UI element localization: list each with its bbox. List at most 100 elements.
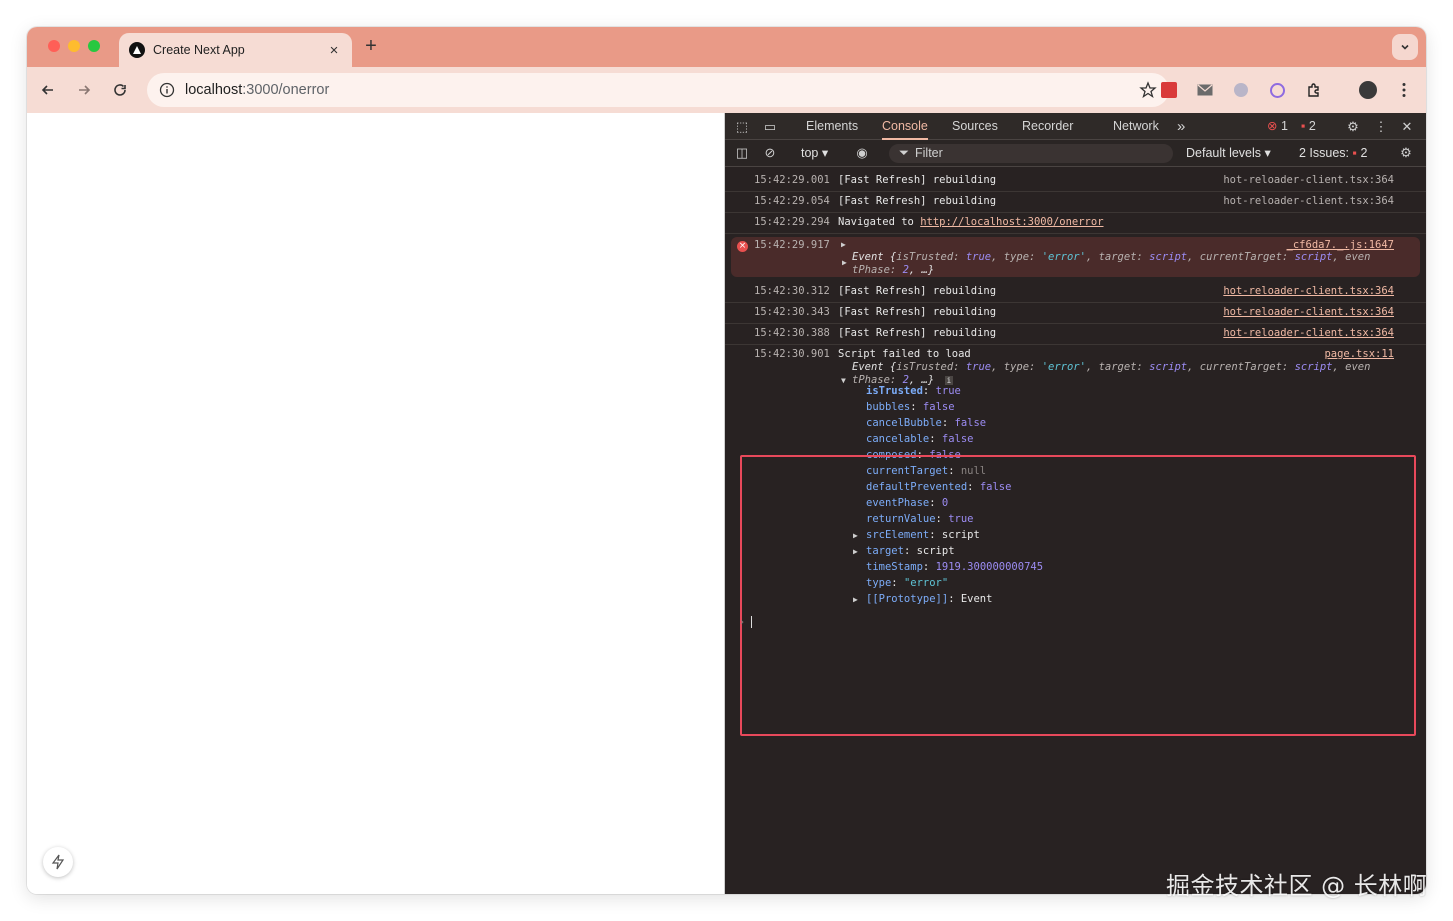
more-tabs-icon[interactable]: » [1177, 113, 1185, 140]
reload-button[interactable] [109, 79, 131, 101]
issue-counter[interactable]: ▪ 2 [1301, 113, 1316, 140]
navigated-url-link[interactable]: http://localhost:3000/onerror [920, 216, 1103, 228]
console-row: 15:42:29.294 Navigated to http://localho… [725, 213, 1426, 234]
error-count: 1 [1280, 119, 1288, 133]
mail-extension-icon[interactable] [1194, 79, 1216, 101]
clear-console-icon[interactable]: ⊘ [761, 144, 779, 162]
source-link[interactable]: hot-reloader-client.tsx:364 [1223, 285, 1394, 297]
sidebar-toggle-icon[interactable]: ◫ [733, 144, 751, 162]
issue-flag-icon: ▪ [1352, 146, 1357, 160]
live-expression-eye-icon[interactable]: ◉ [853, 144, 871, 162]
source-link[interactable]: hot-reloader-client.tsx:364 [1223, 195, 1394, 207]
tab-close-icon[interactable]: × [326, 42, 342, 59]
source-link[interactable]: page.tsx:11 [1324, 348, 1394, 360]
close-window-button[interactable] [48, 40, 60, 52]
browser-tab[interactable]: Create Next App × [119, 33, 352, 67]
expand-triangle-icon[interactable]: ▶ [841, 240, 846, 249]
tab-sources[interactable]: Sources [952, 113, 998, 140]
source-link[interactable]: _cf6da7._.js:1647 [1287, 239, 1394, 251]
property-value: false [954, 417, 987, 429]
extensions-puzzle-icon[interactable] [1303, 79, 1325, 101]
minimize-window-button[interactable] [68, 40, 80, 52]
log-message: [Fast Refresh] rebuilding [838, 306, 997, 318]
issue-flag-icon: ▪ [1301, 119, 1306, 133]
back-button[interactable] [37, 79, 59, 101]
event-property-row: cancelable: false [866, 433, 973, 445]
property-separator: : [910, 401, 923, 413]
log-message: [Fast Refresh] rebuilding [838, 327, 997, 339]
navigated-text: Navigated to [838, 216, 921, 228]
context-label: top [801, 146, 819, 160]
event-key: , even [1332, 361, 1371, 373]
tab-console[interactable]: Console [882, 113, 928, 140]
nextjs-dev-indicator-button[interactable] [43, 847, 73, 877]
console-prompt-icon[interactable]: › [739, 616, 753, 628]
chevron-down-icon [1401, 44, 1409, 50]
kebab-menu-icon[interactable]: ⋮ [1372, 118, 1390, 136]
tab-elements[interactable]: Elements [806, 113, 858, 140]
reload-icon [114, 84, 126, 96]
property-key: bubbles [866, 401, 911, 413]
property-value: true [935, 385, 961, 397]
devtools-tabbar: ⬚ ▭ Elements Console Sources Recorder Ne… [725, 113, 1426, 140]
maximize-window-button[interactable] [88, 40, 100, 52]
error-counter[interactable]: ⊗ 1 [1267, 113, 1288, 140]
timestamp: 15:42:29.294 [754, 216, 830, 228]
event-property-row: bubbles: false [866, 401, 955, 413]
profile-avatar[interactable] [1357, 79, 1379, 101]
tab-search-button[interactable] [1392, 34, 1418, 60]
log-message: Script failed to load [838, 348, 971, 360]
console-settings-gear-icon[interactable]: ⚙ [1397, 144, 1415, 162]
event-key: , type: [991, 251, 1042, 263]
event-preview[interactable]: Event {isTrusted: true, type: 'error', t… [852, 251, 1370, 263]
event-preview[interactable]: Event {isTrusted: true, type: 'error', t… [852, 361, 1370, 373]
url-path: :3000/onerror [242, 82, 330, 98]
timestamp: 15:42:29.054 [754, 195, 830, 207]
site-info-icon[interactable] [159, 82, 175, 98]
source-link[interactable]: hot-reloader-client.tsx:364 [1223, 174, 1394, 186]
inspect-element-icon[interactable]: ⬚ [733, 118, 751, 136]
extension-gray-icon[interactable] [1230, 79, 1252, 101]
tab-recorder[interactable]: Recorder [1022, 113, 1073, 140]
forward-button[interactable] [73, 79, 95, 101]
event-value: true [965, 251, 992, 263]
issues-badge: 2 [1360, 146, 1368, 160]
extension-red-icon[interactable] [1158, 79, 1180, 101]
filter-input[interactable]: ⏷ Filter [889, 144, 1173, 163]
arrow-right-icon [79, 85, 91, 95]
tab-strip: Create Next App × + [27, 27, 1426, 67]
collapse-triangle-icon[interactable]: ▼ [841, 376, 846, 385]
console-output: 15:42:29.001 [Fast Refresh] rebuilding h… [725, 167, 1426, 894]
browser-toolbar: localhost:3000/onerror [27, 67, 1426, 113]
source-link[interactable]: hot-reloader-client.tsx:364 [1223, 306, 1394, 318]
event-key: , type: [991, 361, 1042, 373]
console-toolbar: ◫ ⊘ top ▾ ◉ ⏷ Filter Default levels ▾ 2 … [725, 140, 1426, 167]
settings-gear-icon[interactable]: ⚙ [1344, 118, 1362, 136]
bookmark-star-icon[interactable] [1139, 81, 1157, 99]
new-tab-button[interactable]: + [361, 35, 381, 58]
issues-button[interactable]: 2 Issues: ▪ 2 [1299, 140, 1367, 167]
expand-triangle-icon[interactable]: ▶ [842, 258, 847, 267]
context-selector[interactable]: top ▾ [801, 140, 828, 167]
event-property-row: isTrusted: true [866, 385, 961, 397]
tab-network[interactable]: Network [1113, 113, 1159, 140]
filter-placeholder: Filter [915, 146, 943, 160]
issues-label: 2 Issues: [1299, 146, 1350, 160]
event-value: 'error' [1041, 251, 1086, 263]
timestamp: 15:42:30.312 [754, 285, 830, 297]
console-row: 15:42:30.388 [Fast Refresh] rebuilding h… [725, 324, 1426, 345]
property-value: false [922, 401, 955, 413]
filter-funnel-icon: ⏷ [899, 146, 910, 160]
event-key: isTrusted: [896, 251, 966, 263]
source-link[interactable]: hot-reloader-client.tsx:364 [1223, 327, 1394, 339]
close-devtools-icon[interactable]: ✕ [1398, 118, 1416, 136]
device-toolbar-icon[interactable]: ▭ [761, 118, 779, 136]
log-levels-dropdown[interactable]: Default levels ▾ [1186, 140, 1271, 167]
address-bar[interactable]: localhost:3000/onerror [147, 73, 1169, 107]
info-icon[interactable]: i [944, 376, 954, 385]
console-row: 15:42:30.343 [Fast Refresh] rebuilding h… [725, 303, 1426, 324]
log-message: [Fast Refresh] rebuilding [838, 195, 997, 207]
browser-menu-icon[interactable] [1393, 79, 1415, 101]
openai-extension-icon[interactable] [1266, 79, 1288, 101]
console-row: 15:42:30.312 [Fast Refresh] rebuilding h… [725, 282, 1426, 303]
